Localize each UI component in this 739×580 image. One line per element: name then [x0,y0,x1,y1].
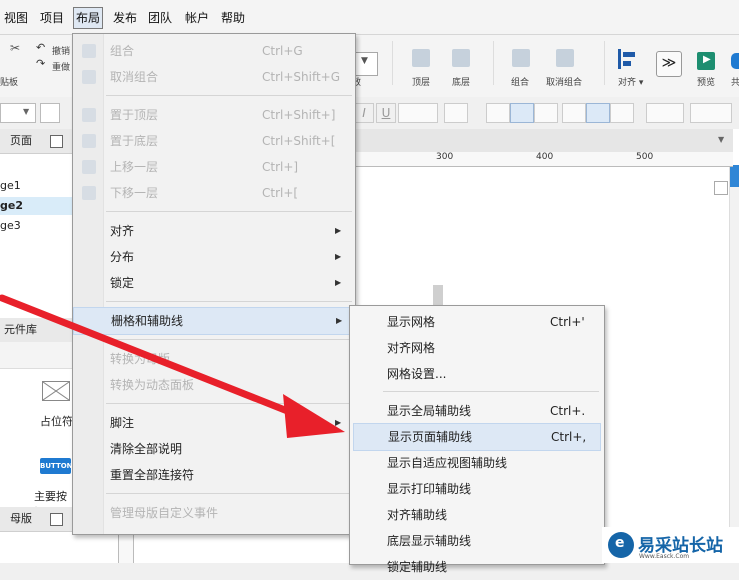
chevron-down-icon[interactable]: ▼ [718,135,724,144]
menu-help[interactable]: 帮助 [221,8,245,28]
submenu-item-show-global-guides[interactable]: 显示全局辅助线 Ctrl+. [350,398,602,424]
bullet-list-button[interactable] [444,103,468,123]
menu-project[interactable]: 项目 [40,8,64,28]
submenu-item-show-grid[interactable]: 显示网格 Ctrl+' [350,309,602,335]
submenu-item-lock-guides[interactable]: 锁定辅助线 [350,554,602,580]
align-top-button[interactable] [562,103,586,123]
page-item-selected[interactable]: ge2 [0,197,73,215]
send-to-back-label: 底层 [452,78,471,88]
share-label: 共 [731,78,739,88]
masters-panel-title: 母版 [10,512,32,525]
masters-panel-header: 母版 [0,507,73,532]
menu-layout[interactable]: 布局 [73,7,104,29]
bring-to-front-label: 顶层 [412,78,431,88]
align-bottom-button[interactable] [610,103,634,123]
pages-panel-title: 页面 [10,134,32,147]
menu-bar: 视图 项目 布局 发布 团队 帐户 帮助 [0,0,739,35]
send-to-back-icon[interactable] [452,49,470,67]
annotation-arrow-icon [0,294,345,438]
preview-icon[interactable]: ▶ [697,52,715,70]
dropdown-box[interactable]: ▼ [354,52,378,76]
line-color-dropdown[interactable] [690,103,732,123]
vertical-scrollbar[interactable] [729,165,739,563]
submenu-item-grid-settings[interactable]: 网格设置... [350,361,602,387]
watermark-logo-icon: e [608,532,634,558]
fill-color-dropdown[interactable] [646,103,684,123]
menu-item-align[interactable]: 对齐 ▶ [73,218,353,244]
submenu-item-snap-to-grid[interactable]: 对齐网格 [350,335,602,361]
submenu-item-snap-to-guides[interactable]: 对齐辅助线 [350,502,602,528]
preview-label: 预览 [697,78,716,88]
bring-to-front-icon[interactable] [412,49,430,67]
ungroup-label: 取消组合 [546,78,583,88]
menu-team[interactable]: 团队 [148,8,172,28]
ruler-tick: 500 [636,152,654,162]
menu-view[interactable]: 视图 [4,8,28,28]
align-center-button[interactable] [510,103,534,123]
submenu-item-guides-behind[interactable]: 底层显示辅助线 [350,528,602,554]
align-label: 对齐 ▾ [618,78,644,88]
send-to-back-icon [82,134,96,148]
add-master-icon[interactable] [50,513,63,526]
style-dropdown[interactable]: ▼ [0,103,36,123]
share-icon[interactable] [731,53,739,69]
pages-panel-header: 页面 [0,129,73,154]
redo-label: 重做 [52,63,71,73]
ungroup-icon [82,70,96,84]
layout-menu: 组合 Ctrl+G 取消组合 Ctrl+Shift+G 置于顶层 Ctrl+Shift… [72,33,356,535]
watermark: e 易采站长站 Www.Easck.Com [602,527,739,563]
submenu-arrow-icon: ▶ [335,252,342,261]
group-icon[interactable] [512,49,530,67]
menu-item-ungroup[interactable]: 取消组合 Ctrl+Shift+G [73,64,353,90]
clipboard-label: 贴板 [0,78,19,88]
submenu-item-show-page-guides[interactable]: 显示页面辅助线 Ctrl+, [353,423,601,451]
undo-icon[interactable]: ↶ [36,41,45,54]
menu-item-bring-to-front[interactable]: 置于顶层 Ctrl+Shift+] [73,102,353,128]
menu-item-manage-master-events[interactable]: 管理母版自定义事件 [73,500,353,526]
font-color-dropdown[interactable] [398,103,438,123]
group-icon [82,44,96,58]
align-middle-button[interactable] [586,103,610,123]
bring-to-front-icon [82,108,96,122]
menu-item-send-backward[interactable]: 下移一层 Ctrl+[ [73,180,353,206]
ungroup-icon[interactable] [556,49,574,67]
submenu-item-show-print-guides[interactable]: 显示打印辅助线 [350,476,602,502]
scroll-indicator [730,165,739,187]
italic-button[interactable]: I [354,103,374,123]
menu-publish[interactable]: 发布 [113,8,137,28]
page-item[interactable]: ge3 [0,217,73,235]
menu-item-distribute[interactable]: 分布 ▶ [73,244,353,270]
scroll-thumb[interactable] [714,181,728,195]
menu-item-group[interactable]: 组合 Ctrl+G [73,38,353,64]
align-left-button[interactable] [486,103,510,123]
watermark-subtext: Www.Easck.Com [639,553,690,560]
send-backward-icon [82,186,96,200]
grid-guides-submenu: 显示网格 Ctrl+' 对齐网格 网格设置... 显示全局辅助线 Ctrl+. 显示… [349,305,605,574]
ruler-tick: 300 [436,152,454,162]
format-painter-icon[interactable] [40,103,60,123]
menu-item-bring-forward[interactable]: 上移一层 Ctrl+] [73,154,353,180]
redo-icon[interactable]: ↷ [36,57,45,70]
chevron-down-icon: ▼ [361,56,368,66]
button-widget-icon[interactable]: BUTTON [40,458,73,474]
align-icon[interactable] [618,49,638,69]
more-tools-button[interactable]: ≫ [656,51,682,77]
ruler-tick: 400 [536,152,554,162]
underline-button[interactable]: U [376,103,396,123]
menu-item-reset-connectors[interactable]: 重置全部连接符 [73,462,353,488]
submenu-item-show-adaptive-guides[interactable]: 显示自适应视图辅助线 [350,450,602,476]
align-right-button[interactable] [534,103,558,123]
submenu-arrow-icon: ▶ [335,226,342,235]
page-item[interactable]: ge1 [0,177,73,195]
cut-icon[interactable]: ✂ [10,41,20,55]
undo-label: 撤销 [52,47,71,57]
bring-forward-icon [82,160,96,174]
add-page-icon[interactable] [50,135,63,148]
menu-item-send-to-back[interactable]: 置于底层 Ctrl+Shift+[ [73,128,353,154]
menu-account[interactable]: 帐户 [185,8,209,28]
group-label: 组合 [511,78,530,88]
canvas-shape[interactable] [433,285,443,305]
